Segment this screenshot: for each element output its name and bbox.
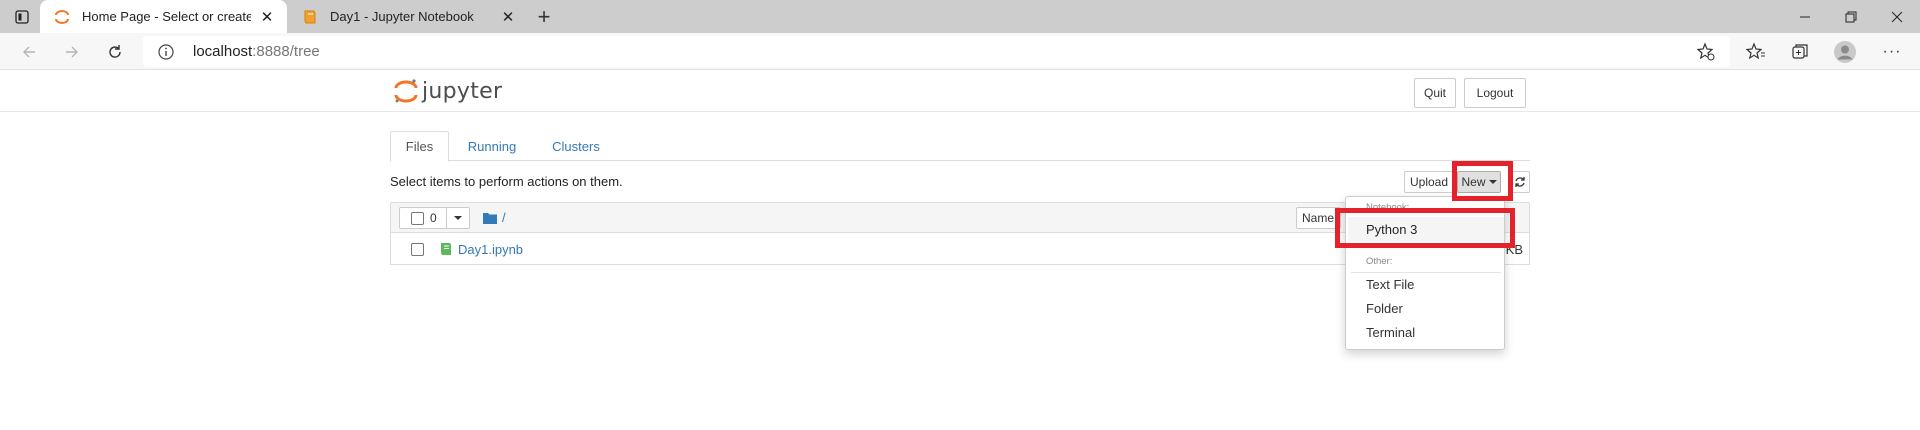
url-host: localhost [193,43,253,60]
notebook-favicon [304,10,316,23]
folder-icon [483,212,497,224]
url-text: localhost:8888/tree [193,43,320,60]
more-dots-icon: ··· [1882,43,1902,60]
address-bar[interactable]: localhost:8888/tree [143,36,1730,67]
tab-title: Home Page - Select or create a n [82,9,251,24]
plus-icon: + [537,4,551,29]
upload-button[interactable]: Upload [1404,171,1454,193]
select-all-control[interactable]: 0 [399,207,447,229]
new-tab-button[interactable]: + [530,3,558,31]
select-all-checkbox[interactable] [411,211,424,225]
browser-tab-strip: Home Page - Select or create a n ✕ Day1 … [0,0,1920,33]
collections-icon [1792,44,1808,59]
tab-running[interactable]: Running [452,131,532,161]
menu-divider [1351,272,1501,273]
refresh-icon [1514,177,1525,187]
collections-button[interactable] [1785,37,1815,67]
tab-title: Day1 - Jupyter Notebook [330,9,474,24]
back-button[interactable] [14,37,44,67]
jupyter-header: jupyter Quit Logout [0,70,1920,112]
breadcrumb[interactable]: / [483,210,506,225]
minimize-button[interactable] [1782,0,1828,33]
close-tab-icon[interactable]: ✕ [257,7,277,27]
select-menu-button[interactable] [446,207,470,229]
forward-button[interactable] [57,37,87,67]
notebook-icon [441,243,451,255]
menu-item-folder[interactable]: Folder [1366,301,1403,316]
settings-menu-button[interactable]: ··· [1877,37,1907,67]
close-window-button[interactable] [1874,0,1920,33]
favorite-star-icon[interactable] [1696,42,1716,62]
dashboard-tabs: Files Running Clusters [390,131,1530,162]
menu-item-terminal[interactable]: Terminal [1366,325,1415,340]
file-name-link[interactable]: Day1.ipynb [458,242,523,257]
quit-button[interactable]: Quit [1414,78,1456,108]
menu-item-text-file[interactable]: Text File [1366,277,1414,292]
info-icon [158,43,174,60]
jupyter-favicon [55,9,69,24]
tab-files[interactable]: Files [390,131,449,162]
breadcrumb-root: / [502,210,506,225]
browser-tab-home[interactable]: Home Page - Select or create a n ✕ [40,0,287,33]
logo-text: jupyter [422,78,503,104]
url-path: :8888/tree [252,43,320,60]
selected-count: 0 [430,211,437,225]
tab-actions-icon [15,9,29,24]
jupyter-logo[interactable]: jupyter [393,78,502,104]
tab-actions-button[interactable] [0,0,44,33]
browser-toolbar: localhost:8888/tree ··· [0,33,1920,70]
profile-button[interactable] [1830,37,1860,67]
favorites-button[interactable] [1741,37,1771,67]
caret-down-icon [454,216,462,220]
window-controls [1782,0,1920,33]
browser-tab-day1[interactable]: Day1 - Jupyter Notebook ✕ [288,0,528,33]
close-tab-icon[interactable]: ✕ [498,7,518,27]
avatar-icon [1834,41,1856,63]
close-icon [1891,11,1903,22]
selection-hint: Select items to perform actions on them. [390,174,623,189]
python3-highlight [1335,208,1515,248]
jupyter-logo-icon [394,79,418,103]
restore-icon [1845,11,1857,22]
reload-button[interactable] [100,37,130,67]
back-arrow-icon [23,46,35,58]
item-checkbox[interactable] [411,243,424,256]
forward-arrow-icon [66,46,78,58]
other-section-header: Other: [1366,256,1393,267]
reload-icon [109,45,121,58]
restore-button[interactable] [1828,0,1874,33]
tab-clusters[interactable]: Clusters [536,131,616,161]
new-button-highlight [1452,161,1513,201]
favorites-icon [1746,42,1765,60]
logout-button[interactable]: Logout [1464,78,1526,108]
minimize-icon [1800,16,1810,17]
